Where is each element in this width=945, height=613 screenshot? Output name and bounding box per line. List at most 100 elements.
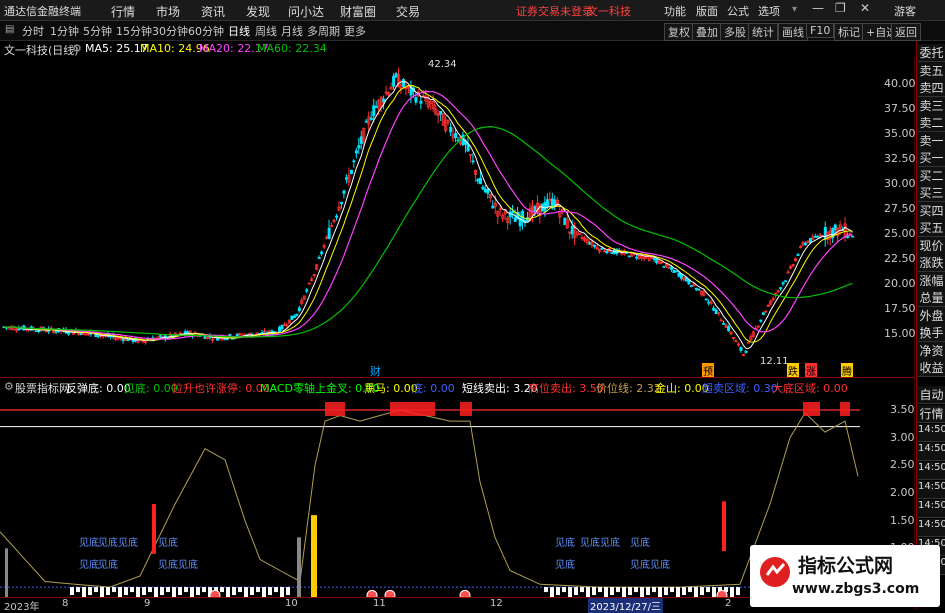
tool-f10[interactable]: F10 (806, 23, 835, 38)
candle-body (476, 179, 480, 182)
candle-body (54, 330, 58, 333)
price-tick-label: 20.00 (884, 277, 916, 290)
menu-item-discover[interactable]: 发现 (246, 3, 270, 20)
oversold-bar (232, 587, 236, 596)
candle-body (392, 75, 396, 87)
restore-icon[interactable]: ❐ (835, 1, 846, 15)
side-tab[interactable]: 收益 (918, 359, 945, 377)
menu-item-quotes[interactable]: 行情 (111, 3, 135, 20)
candle-body (340, 202, 344, 205)
bottom-signal-label: 见底 (555, 538, 575, 549)
menu-item-function[interactable]: 功能 (664, 3, 686, 19)
period-1min[interactable]: 1分钟 (50, 23, 79, 39)
side-tab[interactable]: 总量 (918, 289, 945, 307)
menu-item-ask[interactable]: 问小达 (288, 3, 324, 20)
menu-item-layout[interactable]: 版面 (696, 3, 718, 19)
low-price-label: 12.11 (760, 356, 789, 367)
side-tab[interactable]: 现价 (918, 236, 945, 255)
menu-item-formula[interactable]: 公式 (727, 3, 749, 19)
ma10-line (3, 84, 853, 343)
rise-marker[interactable]: 涨 (805, 363, 817, 378)
period-monthly[interactable]: 月线 (281, 23, 303, 39)
tool-overlay[interactable]: 叠加 (692, 23, 722, 41)
forecast-marker[interactable]: 预 (702, 363, 714, 378)
period-15min[interactable]: 15分钟 (116, 23, 152, 39)
close-icon[interactable]: ✕ (860, 1, 870, 15)
date-label-aug: 8 (62, 598, 69, 609)
side-tab[interactable]: 买一 (918, 149, 945, 167)
side-tab[interactable]: 卖五 (918, 61, 945, 80)
candle-body (34, 330, 38, 332)
candle-body (158, 335, 162, 337)
settings-icon[interactable]: ⚙ (72, 42, 82, 55)
side-tab[interactable]: 卖一 (918, 131, 945, 150)
candle-body (349, 169, 353, 174)
period-multi[interactable]: 多周期 (307, 23, 340, 39)
dropdown-icon[interactable]: ▾ (792, 4, 797, 15)
side-tab[interactable]: 买二 (918, 166, 945, 185)
minimize-icon[interactable]: — (812, 1, 824, 15)
side-tab[interactable]: 涨幅 (918, 271, 945, 290)
period-tick[interactable]: 分时 (22, 23, 44, 39)
menu-item-news[interactable]: 资讯 (201, 3, 225, 20)
tool-stats[interactable]: 统计 (748, 23, 778, 41)
candle-body (846, 236, 850, 238)
tool-back[interactable]: 返回 (891, 23, 921, 41)
tool-draw[interactable]: 画线 (778, 23, 808, 41)
candlestick-chart[interactable] (0, 57, 915, 377)
bottom-signal-label: 见底 (98, 560, 118, 571)
tool-mark[interactable]: 标记 (834, 23, 864, 41)
side-tab[interactable]: 买四 (918, 201, 945, 220)
menu-item-options[interactable]: 选项 (758, 3, 780, 19)
guest-label[interactable]: 游客 (894, 3, 916, 19)
bottom-signal-label: 见底见底 (158, 560, 198, 571)
tick-time-label: 14:50 (918, 500, 945, 518)
candle-body (439, 110, 443, 115)
high-sell-zone (460, 402, 472, 416)
tick-time-label: 14:50 (918, 481, 945, 499)
period-daily[interactable]: 日线 (228, 23, 250, 39)
period-more[interactable]: 更多 (344, 23, 366, 39)
tool-adjust[interactable]: 复权 (664, 23, 694, 41)
fall-marker[interactable]: 跌 (787, 363, 799, 378)
candle-body (712, 307, 716, 311)
side-tab[interactable]: 卖三 (918, 96, 945, 115)
oversold-bar (670, 587, 674, 593)
login-warning[interactable]: 证券交易未登录 (516, 3, 593, 19)
side-tab[interactable]: 换手 (918, 324, 945, 342)
candle-body (697, 288, 701, 291)
side-tab[interactable]: 委托 (918, 44, 945, 62)
side-tab[interactable]: 涨跌 (918, 254, 945, 272)
candle-body (759, 319, 763, 322)
candle-body (297, 307, 301, 312)
sidebar-toggle-icon[interactable]: ▤ (5, 24, 14, 35)
candle-body (513, 217, 517, 222)
candle-body (677, 273, 681, 277)
candle-body (687, 279, 691, 285)
side-tab[interactable]: 卖四 (918, 79, 945, 97)
menu-item-market[interactable]: 市场 (156, 3, 180, 20)
candle-body (694, 288, 698, 290)
side-tab[interactable]: 买五 (918, 219, 945, 237)
period-weekly[interactable]: 周线 (255, 23, 277, 39)
oversold-bar (616, 587, 620, 593)
side-tab[interactable]: 外盘 (918, 306, 945, 325)
candle-body (394, 73, 398, 78)
menu-item-wealth[interactable]: 财富圈 (340, 3, 376, 20)
side-tab[interactable]: 净资 (918, 341, 945, 360)
stock-title: 文一科技 (587, 5, 631, 18)
candle-body (352, 160, 356, 163)
side-tab[interactable]: 买三 (918, 184, 945, 202)
event-marker[interactable]: 腾 (841, 363, 853, 378)
period-60min[interactable]: 60分钟 (188, 23, 224, 39)
bottom-signal-label: 见底 (79, 538, 99, 549)
candle-body (781, 282, 785, 285)
chart-title: 文一科技(日线) (4, 44, 79, 57)
period-5min[interactable]: 5分钟 (83, 23, 112, 39)
menu-item-trade[interactable]: 交易 (396, 3, 420, 20)
oversold-bar (268, 587, 272, 596)
price-tick-label: 27.50 (884, 202, 916, 215)
period-30min[interactable]: 30分钟 (152, 23, 188, 39)
side-tab[interactable]: 卖二 (918, 114, 945, 132)
tool-multi-stock[interactable]: 多股 (720, 23, 750, 41)
